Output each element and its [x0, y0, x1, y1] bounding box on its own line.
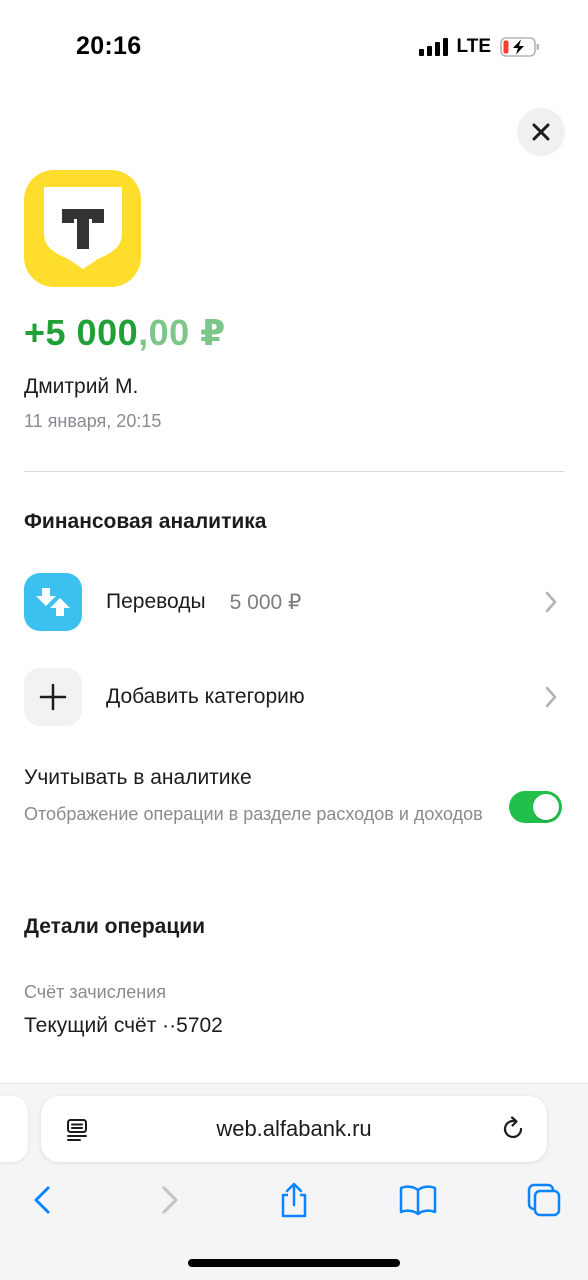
address-bar[interactable]: web.alfabank.ru — [41, 1096, 547, 1162]
tabs-icon — [527, 1183, 561, 1217]
back-icon — [34, 1186, 50, 1214]
home-indicator — [188, 1259, 400, 1267]
account-label: Счёт зачисления — [24, 982, 166, 1002]
category-value: 5 000 ₽ — [229, 590, 302, 614]
close-icon — [532, 123, 550, 141]
operation-datetime: 11 января, 20:15 — [24, 411, 162, 431]
sender-name: Дмитрий М. — [24, 375, 139, 398]
amount-major: +5 000 — [24, 312, 139, 353]
tinkoff-logo — [24, 170, 141, 287]
analytics-title: Финансовая аналитика — [24, 510, 267, 533]
back-button[interactable] — [22, 1180, 62, 1220]
close-button[interactable] — [517, 108, 565, 156]
battery-charging-icon — [500, 37, 539, 57]
status-time: 20:16 — [76, 32, 142, 60]
analytics-toggle[interactable] — [509, 791, 562, 823]
status-bar: 20:16 LTE — [0, 0, 588, 96]
chevron-right-icon — [545, 686, 557, 708]
status-indicators: LTE — [418, 36, 540, 58]
amount-minor: ,00 ₽ — [138, 312, 226, 353]
forward-button[interactable] — [150, 1180, 190, 1220]
signal-icon — [418, 38, 448, 56]
tabs-button[interactable] — [524, 1180, 564, 1220]
bookmarks-icon — [399, 1185, 437, 1216]
category-label: Переводы — [106, 590, 206, 613]
shield-icon — [43, 186, 122, 269]
details-title: Детали операции — [24, 915, 206, 938]
previous-tab-preview[interactable] — [0, 1096, 28, 1162]
toggle-knob — [533, 794, 559, 820]
add-category-label: Добавить категорию — [106, 685, 305, 708]
transfer-arrows-icon — [24, 573, 82, 631]
plus-icon — [24, 668, 82, 726]
share-icon — [281, 1182, 307, 1218]
browser-toolbar: web.alfabank.ru — [0, 1083, 588, 1280]
url-text: web.alfabank.ru — [216, 1116, 372, 1141]
divider — [24, 471, 564, 472]
bookmarks-button[interactable] — [398, 1180, 438, 1220]
add-category-row[interactable]: Добавить категорию — [24, 667, 564, 727]
network-type: LTE — [456, 36, 491, 57]
forward-icon — [162, 1186, 178, 1214]
reload-icon[interactable] — [499, 1115, 527, 1143]
analytics-toggle-subtitle: Отображение операции в разделе расходов … — [24, 804, 483, 824]
account-value: Текущий счёт ··5702 — [24, 1014, 223, 1037]
analytics-toggle-title: Учитывать в аналитике — [24, 766, 252, 789]
chevron-right-icon — [545, 591, 557, 613]
share-button[interactable] — [274, 1180, 314, 1220]
category-row-transfers[interactable]: Переводы 5 000 ₽ — [24, 572, 564, 632]
operation-amount: +5 000,00 ₽ — [24, 312, 226, 354]
